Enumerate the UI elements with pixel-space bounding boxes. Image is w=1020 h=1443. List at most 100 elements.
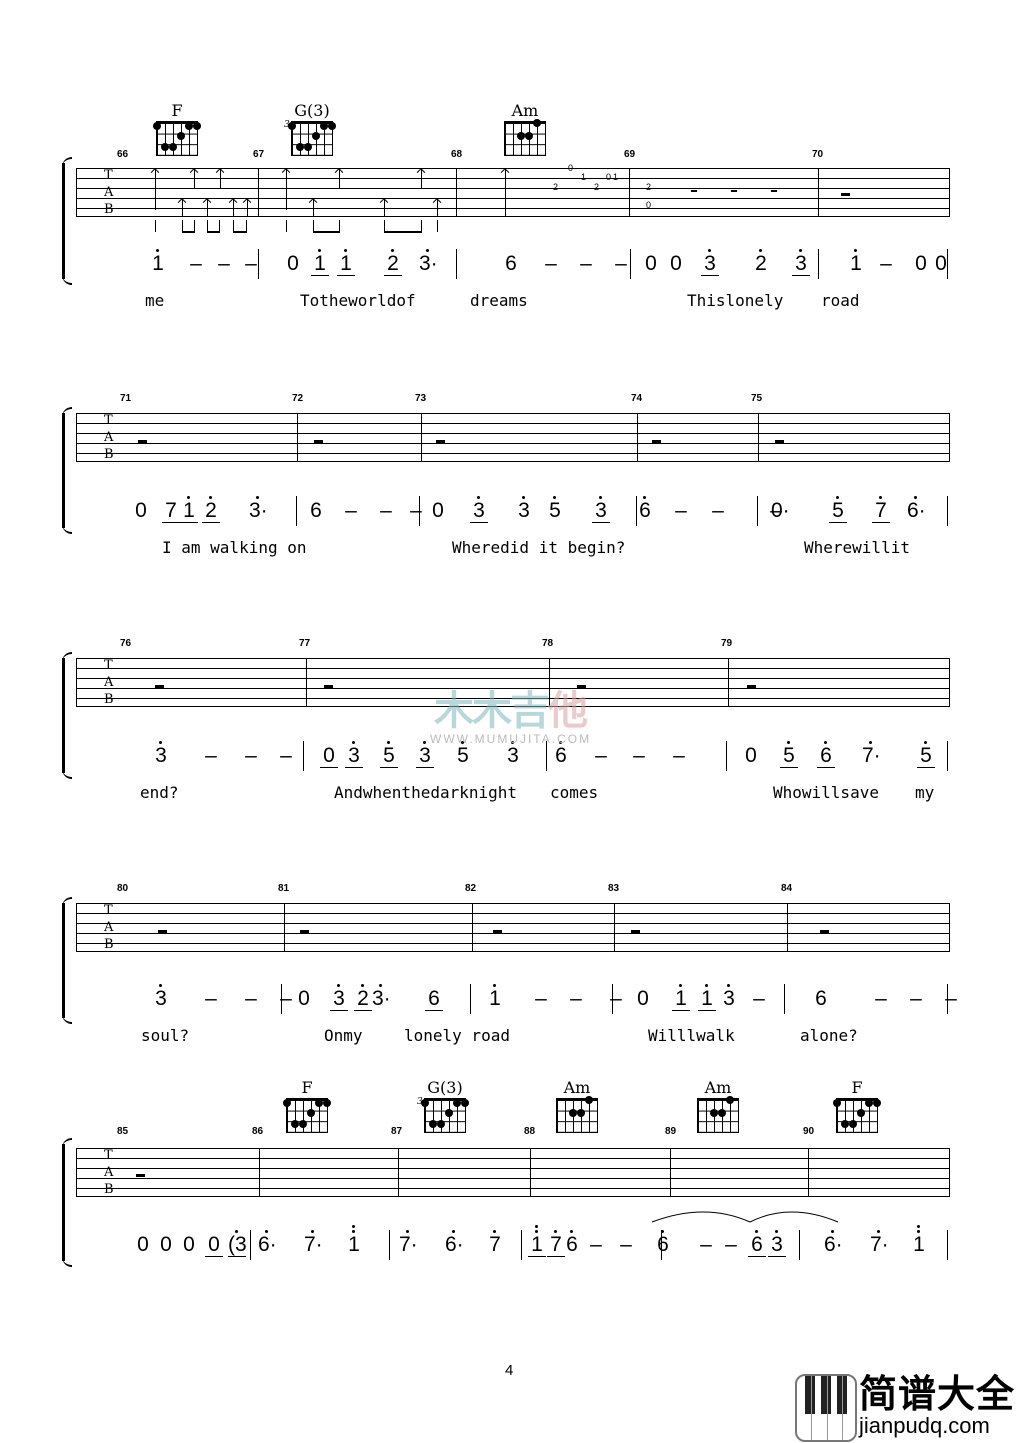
- chord-diagram-am: Am: [695, 1080, 741, 1133]
- duration-dash: –: [245, 987, 257, 1010]
- strum-arrow: [207, 198, 208, 216]
- jianpu-barline: [258, 249, 259, 279]
- duration-dash: –: [218, 252, 230, 275]
- strum-arrow: [247, 198, 248, 216]
- jianpu-note: 1: [910, 1230, 928, 1256]
- jianpu-note: 1: [311, 249, 329, 276]
- duration-dash: –: [875, 987, 887, 1010]
- measure-number: 70: [812, 149, 824, 160]
- jianpu-note: 5: [917, 741, 935, 768]
- lyric-text: me: [145, 291, 165, 310]
- tab-staff: T A B 2 0 1 2 0 1 2 0: [76, 163, 950, 228]
- chord-name: Am: [511, 101, 539, 120]
- jianpu-barline: [546, 741, 547, 771]
- duration-dash: –: [880, 252, 892, 275]
- strum-arrow: [505, 168, 506, 216]
- jianpu-barline: [784, 984, 785, 1014]
- strum-arrow: [155, 168, 156, 210]
- tab-letter-a: A: [104, 675, 114, 690]
- lyric-text: Thislonely: [687, 291, 784, 310]
- duration-dash: –: [620, 1233, 632, 1256]
- jianpu-note: 3: [330, 984, 348, 1011]
- jianpu-note: 7: [872, 496, 890, 523]
- jianpu-note: 3: [592, 496, 610, 523]
- duration-dash: –: [725, 1233, 737, 1256]
- jianpu-barline: [419, 496, 420, 526]
- duration-dash: –: [280, 987, 292, 1010]
- tab-fret-number: 2: [553, 182, 559, 192]
- jianpu-note: 6: [563, 1230, 581, 1256]
- jianpu-note: 3: [152, 984, 170, 1010]
- jianpu-note: 3·: [372, 984, 391, 1010]
- tab-staff: T A B: [76, 413, 950, 473]
- jianpu-note: 1: [528, 1230, 546, 1257]
- jianpudq-logo: 简谱大全 jianpudq.com: [795, 1374, 1020, 1442]
- jianpu-row: 3– – –0 3 5 3 5 3 6– – –0 5 6 7· 5 end? Andwhenthedarkni…: [62, 741, 950, 802]
- tab-staff: T A B: [76, 658, 950, 718]
- measure-number: 87: [391, 1126, 403, 1137]
- jianpu-barline: [947, 984, 948, 1014]
- jianpu-note: 0: [915, 252, 927, 275]
- duration-dash: –: [535, 987, 547, 1010]
- measure-number: 81: [278, 883, 290, 894]
- jianpu-barline: [281, 984, 282, 1014]
- lyric-text: I am walking on: [162, 538, 307, 557]
- tab-letter-b: B: [104, 447, 114, 462]
- jianpu-barline: [947, 1230, 948, 1260]
- jianpu-note: 1: [847, 249, 865, 275]
- jianpu-note: 0: [637, 987, 649, 1010]
- jianpu-note: 6·: [907, 496, 926, 522]
- rest-mark: [820, 930, 829, 933]
- lyric-text: lonely road: [404, 1026, 510, 1045]
- jianpu-note: 5: [454, 741, 472, 767]
- measure-number: 88: [524, 1126, 536, 1137]
- lyric-text: Totheworldof: [300, 291, 416, 310]
- tab-letter-t: T: [104, 903, 113, 918]
- jianpu-note: 1: [180, 496, 198, 523]
- system-2: 71 72 73 74 75 T A B 0 7 1 2 3· 6– – –0 3 3 5 3 6– – –…: [62, 388, 950, 558]
- measure-number: 72: [292, 393, 304, 404]
- jianpu-row: 0 0 0 0 (3 6· 7· 1 7· 6· 7 1 7 6– –6– –6 3 6· 7· 1: [62, 1230, 950, 1274]
- jianpu-note: 3: [768, 1230, 786, 1257]
- tab-staff: T A B: [76, 1148, 950, 1208]
- tab-letter-a: A: [104, 185, 114, 200]
- chord-diagram-am: Am: [554, 1080, 600, 1133]
- strum-arrow: [313, 198, 314, 216]
- chord-name: F: [171, 101, 183, 120]
- tab-letter-a: A: [104, 1165, 114, 1180]
- rest-mark: [577, 685, 586, 688]
- rest-mark: [631, 930, 640, 933]
- jianpu-barline: [630, 249, 631, 279]
- jianpu-note: 3: [792, 249, 810, 276]
- rest-mark: [841, 193, 850, 196]
- tab-letter-b: B: [104, 1182, 114, 1197]
- duration-dash: –: [570, 987, 582, 1010]
- chord-diagram-am: Am: [502, 103, 548, 156]
- jianpu-note: 5: [829, 496, 847, 523]
- measure-number: 76: [120, 638, 132, 649]
- tab-letter-b: B: [104, 937, 114, 952]
- system-5: 85 86 87 88 89 90 F G(3) 3 Am Am F T A B…: [62, 1078, 950, 1278]
- jianpu-barline: [470, 984, 471, 1014]
- chord-diagram-f: F: [153, 101, 201, 156]
- strum-arrow: [233, 198, 234, 216]
- jianpu-note: 3: [504, 741, 522, 767]
- duration-dash: –: [205, 744, 217, 767]
- jianpu-note: 1: [672, 984, 690, 1011]
- rest-mark: [771, 190, 777, 192]
- duration-dash: –: [753, 987, 765, 1010]
- duration-dash: –: [615, 252, 627, 275]
- rest-mark: [775, 440, 784, 443]
- jianpu-barline: [757, 496, 758, 526]
- strum-arrow: [421, 168, 422, 188]
- jianpu-note: 0: [135, 499, 147, 522]
- jianpu-note: 0: [298, 987, 310, 1010]
- tab-letter-t: T: [104, 1148, 113, 1163]
- jianpu-note: 3: [701, 249, 719, 276]
- fretboard-grid: 3: [417, 1097, 469, 1133]
- duration-dash: –: [590, 1233, 602, 1256]
- rest-mark: [436, 440, 445, 443]
- tab-letter-a: A: [104, 430, 114, 445]
- fretboard-grid: [283, 1098, 331, 1133]
- jianpu-note: 2: [384, 249, 402, 276]
